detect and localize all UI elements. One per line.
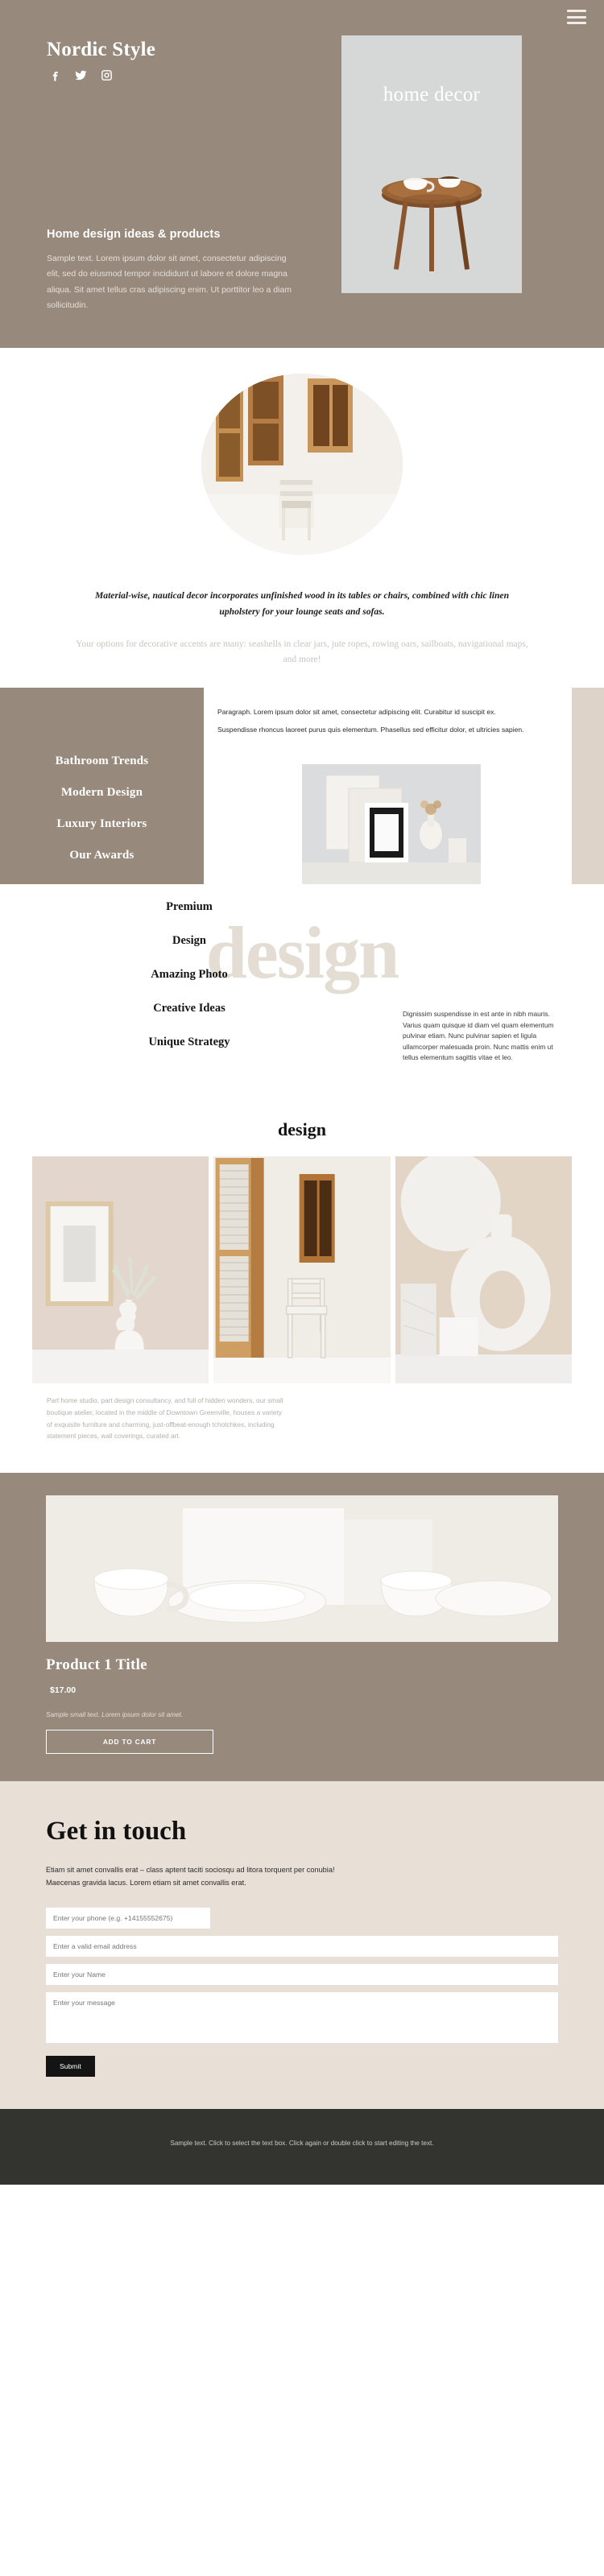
hero-image-card: home decor [341, 35, 522, 293]
round-interior-image [201, 374, 403, 555]
gallery-image-2[interactable] [395, 1156, 572, 1383]
design-paragraph: Dignissim suspendisse in est ante in nib… [403, 1010, 554, 1062]
product-details: Product 1 Title $17.00 Sample small text… [46, 1642, 558, 1755]
design-menu-item-4[interactable]: Unique Strategy [81, 1036, 298, 1049]
hamburger-menu-icon[interactable] [567, 10, 586, 24]
hero-paragraph: Sample text. Lorem ipsum dolor sit amet,… [47, 254, 292, 311]
trends-menu-item-3[interactable]: Our Awards [0, 849, 204, 862]
trends-paragraph-1: Suspendisse rhoncus laoreet purus quis e… [217, 726, 524, 734]
ceramic-donut-vase-image [395, 1156, 572, 1383]
hero-copy: Home design ideas & products Sample text… [47, 228, 296, 314]
product-section: Product 1 Title $17.00 Sample small text… [0, 1473, 604, 1782]
trends-menu-item-0[interactable]: Bathroom Trends [0, 755, 204, 768]
framed-picture-and-vase-image [32, 1156, 209, 1383]
twitter-icon[interactable] [74, 68, 88, 86]
site-brand[interactable]: Nordic Style [47, 39, 155, 61]
gallery-image-1[interactable] [213, 1156, 391, 1383]
contact-form: Submit [46, 1907, 558, 2077]
frames-and-vase-image [302, 764, 481, 884]
contact-heading: Get in touch [46, 1817, 187, 1846]
product-title: Product 1 Title [46, 1656, 147, 1674]
wooden-shutters-and-chair-image [213, 1156, 391, 1383]
email-field[interactable] [46, 1935, 558, 1957]
product-image[interactable] [46, 1495, 558, 1643]
design-menu: Premium Design Amazing Photo Creative Id… [81, 900, 298, 1069]
message-field[interactable] [46, 1991, 558, 2043]
ceramic-tableware-image [46, 1495, 558, 1643]
hero-card-label: home decor [383, 84, 481, 105]
add-to-cart-button[interactable]: ADD TO CART [46, 1730, 213, 1755]
contact-lead: Etiam sit amet convallis erat – class ap… [46, 1866, 335, 1887]
social-links [48, 68, 114, 86]
gallery-image-0[interactable] [32, 1156, 209, 1383]
footer-text: Sample text. Click to select the text bo… [170, 2139, 434, 2147]
gallery-spacer [0, 1442, 604, 1473]
instagram-icon[interactable] [100, 68, 114, 86]
name-field[interactable] [46, 1963, 558, 1985]
page-root: Nordic Style Home design ideas & product… [0, 0, 604, 2185]
footer-section: Sample text. Click to select the text bo… [0, 2108, 604, 2185]
product-small-text: Sample small text. Lorem ipsum dolor sit… [46, 1711, 184, 1719]
facebook-icon[interactable] [48, 68, 62, 86]
intro-subquote: Your options for decorative accents are … [76, 639, 528, 665]
trends-menu-item-1[interactable]: Modern Design [0, 786, 204, 800]
gallery-section: design Part home studio, part design con… [0, 1095, 604, 1474]
gallery-note: Part home studio, part design consultanc… [47, 1396, 283, 1441]
hero-heading: Home design ideas & products [47, 228, 221, 241]
trends-accent-strip [572, 688, 604, 884]
intro-section: Material-wise, nautical decor incorporat… [0, 348, 604, 705]
trends-menu-item-2[interactable]: Luxury Interiors [0, 817, 204, 831]
window-shutters-image [201, 374, 403, 555]
hero-section: Nordic Style Home design ideas & product… [0, 0, 604, 348]
design-menu-item-0[interactable]: Premium [81, 900, 298, 914]
trends-paragraph-0: Paragraph. Lorem ipsum dolor sit amet, c… [217, 708, 496, 716]
trends-menu: Bathroom Trends Modern Design Luxury Int… [0, 755, 204, 880]
hamburger-bar [567, 10, 586, 12]
gallery-row [0, 1156, 604, 1383]
design-section: design Premium Design Amazing Photo Crea… [0, 884, 604, 1095]
trends-section: Bathroom Trends Modern Design Luxury Int… [0, 688, 604, 884]
trends-paragraphs: Paragraph. Lorem ipsum dolor sit amet, c… [217, 707, 556, 743]
submit-button[interactable]: Submit [46, 2055, 95, 2077]
hamburger-bar [567, 15, 586, 19]
product-price: $17.00 [50, 1685, 77, 1696]
hamburger-bar [567, 22, 586, 24]
phone-field[interactable] [46, 1907, 210, 1929]
gallery-title: design [278, 1119, 326, 1139]
contact-inner: Get in touch Etiam sit amet convallis er… [46, 1817, 558, 2077]
contact-section: Get in touch Etiam sit amet convallis er… [0, 1781, 604, 2109]
design-menu-item-3[interactable]: Creative Ideas [81, 1002, 298, 1015]
design-menu-item-1[interactable]: Design [81, 934, 298, 948]
intro-quote: Material-wise, nautical decor incorporat… [94, 590, 510, 618]
frames-still-life [302, 764, 481, 884]
wooden-table-with-cups-image [341, 132, 522, 293]
design-menu-item-2[interactable]: Amazing Photo [81, 968, 298, 982]
